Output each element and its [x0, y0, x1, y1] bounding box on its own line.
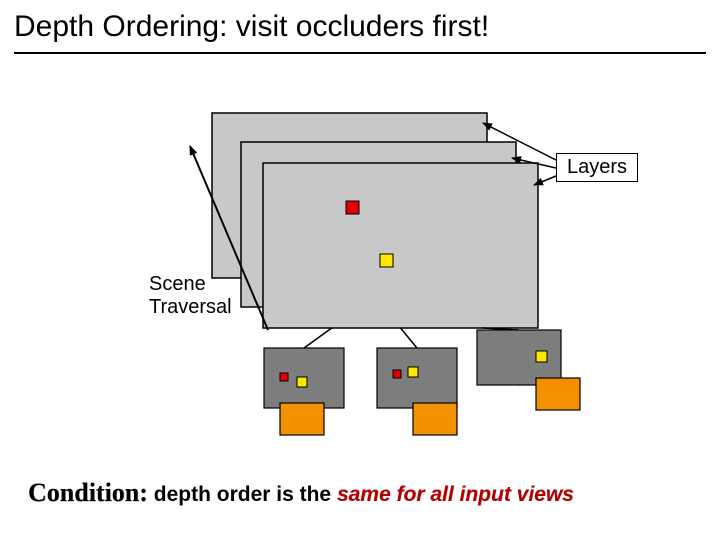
red-marker-4 [393, 370, 401, 378]
yellow-marker-5 [408, 367, 418, 377]
layers-label: Layers [556, 153, 638, 182]
slide: Depth Ordering: visit occluders first! L… [0, 0, 720, 540]
scene-traversal-label: Scene Traversal [149, 273, 232, 319]
red-marker-0 [346, 201, 359, 214]
condition-line: Condition: depth order is the same for a… [28, 478, 574, 508]
condition-rest: depth order is the [148, 483, 337, 506]
red-marker-2 [280, 373, 288, 381]
scene-line1: Scene [149, 273, 232, 296]
orange-leaf-0 [280, 403, 324, 435]
yellow-marker-1 [380, 254, 393, 267]
yellow-marker-3 [297, 377, 307, 387]
condition-word: Condition: [28, 478, 148, 507]
condition-emph: same for all input views [337, 483, 574, 506]
gray-node-2 [477, 330, 561, 385]
layer-rect-2 [263, 163, 538, 328]
layers-group [212, 113, 538, 328]
yellow-marker-6 [536, 351, 547, 362]
diagram [0, 0, 720, 540]
orange-leaf-1 [413, 403, 457, 435]
scene-line2: Traversal [149, 296, 232, 319]
node-connector-1 [401, 328, 418, 348]
gray-node-1 [377, 348, 457, 408]
node-connector-0 [304, 328, 332, 348]
orange-leaf-2 [536, 378, 580, 410]
